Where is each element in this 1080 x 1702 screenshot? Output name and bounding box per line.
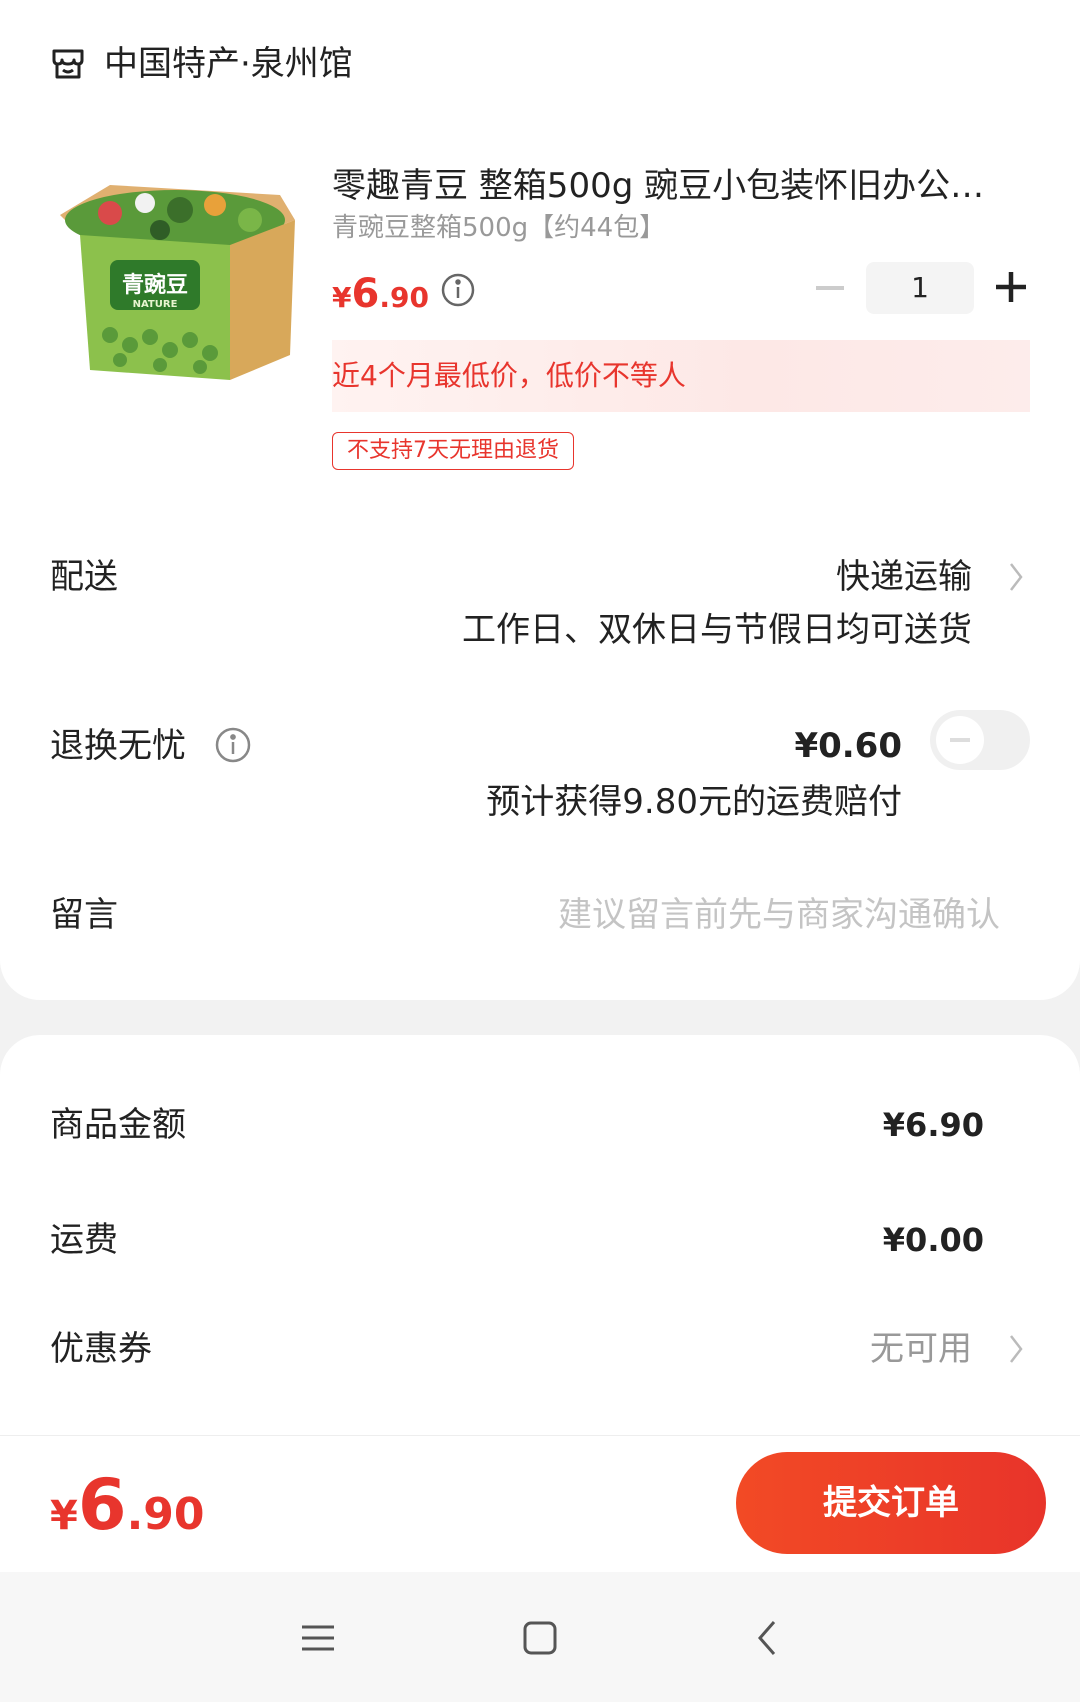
shipping-fee-value: ¥0.00	[882, 1221, 984, 1259]
return-insurance-price: ¥0.60	[794, 726, 902, 766]
quantity-value[interactable]: 1	[866, 262, 974, 314]
delivery-chevron-right-icon[interactable]	[1006, 560, 1026, 594]
return-insurance-toggle[interactable]	[930, 710, 1030, 770]
order-card	[0, 0, 1080, 1000]
price-decimal: .90	[379, 281, 429, 314]
coupon-label: 优惠券	[50, 1329, 152, 1369]
return-insurance-info-icon[interactable]	[214, 726, 252, 764]
price-info-icon[interactable]	[440, 272, 476, 308]
product-image[interactable]: 青豌豆 NATURE	[50, 175, 300, 390]
price-integer: 6	[351, 271, 380, 317]
shipping-fee-label: 运费	[50, 1220, 118, 1260]
goods-amount-label: 商品金额	[50, 1105, 186, 1145]
quantity-increase-button[interactable]	[992, 268, 1030, 306]
return-policy-tag: 不支持7天无理由退货	[332, 432, 574, 470]
product-box-sublabel: NATURE	[133, 299, 178, 310]
toggle-knob	[936, 716, 984, 764]
total-price-decimal: .90	[126, 1489, 205, 1540]
goods-amount-value: ¥6.90	[882, 1106, 984, 1144]
shop-name[interactable]: 中国特产·泉州馆	[104, 40, 353, 88]
product-price: ¥6.90	[332, 268, 429, 328]
product-spec[interactable]: 青豌豆整箱500g【约44包】	[332, 208, 665, 248]
total-price-symbol: ¥	[50, 1493, 78, 1539]
delivery-note: 工作日、双休日与节假日均可送货	[462, 610, 972, 650]
delivery-label: 配送	[50, 557, 118, 597]
message-label: 留言	[50, 895, 118, 935]
quantity-decrease-button[interactable]	[812, 270, 848, 306]
product-title[interactable]: 零趣青豆 整箱500g 豌豆小包装怀旧办公…	[332, 162, 1032, 210]
home-icon[interactable]	[520, 1618, 560, 1658]
return-insurance-label: 退换无忧	[50, 726, 186, 766]
total-price: ¥6.90	[50, 1460, 205, 1569]
coupon-value[interactable]: 无可用	[870, 1325, 972, 1373]
submit-order-button[interactable]: 提交订单	[736, 1452, 1046, 1554]
message-input[interactable]	[520, 891, 1000, 939]
return-insurance-note: 预计获得9.80元的运费赔付	[486, 782, 902, 822]
delivery-method[interactable]: 快递运输	[836, 553, 972, 601]
total-price-integer: 6	[77, 1464, 127, 1546]
menu-icon[interactable]	[298, 1618, 338, 1658]
low-price-banner: 近4个月最低价，低价不等人	[332, 340, 1030, 412]
coupon-chevron-right-icon[interactable]	[1006, 1332, 1026, 1366]
shop-icon	[50, 46, 86, 82]
product-box-label: 青豌豆	[122, 272, 188, 298]
back-icon[interactable]	[748, 1618, 788, 1658]
price-symbol: ¥	[332, 281, 352, 314]
